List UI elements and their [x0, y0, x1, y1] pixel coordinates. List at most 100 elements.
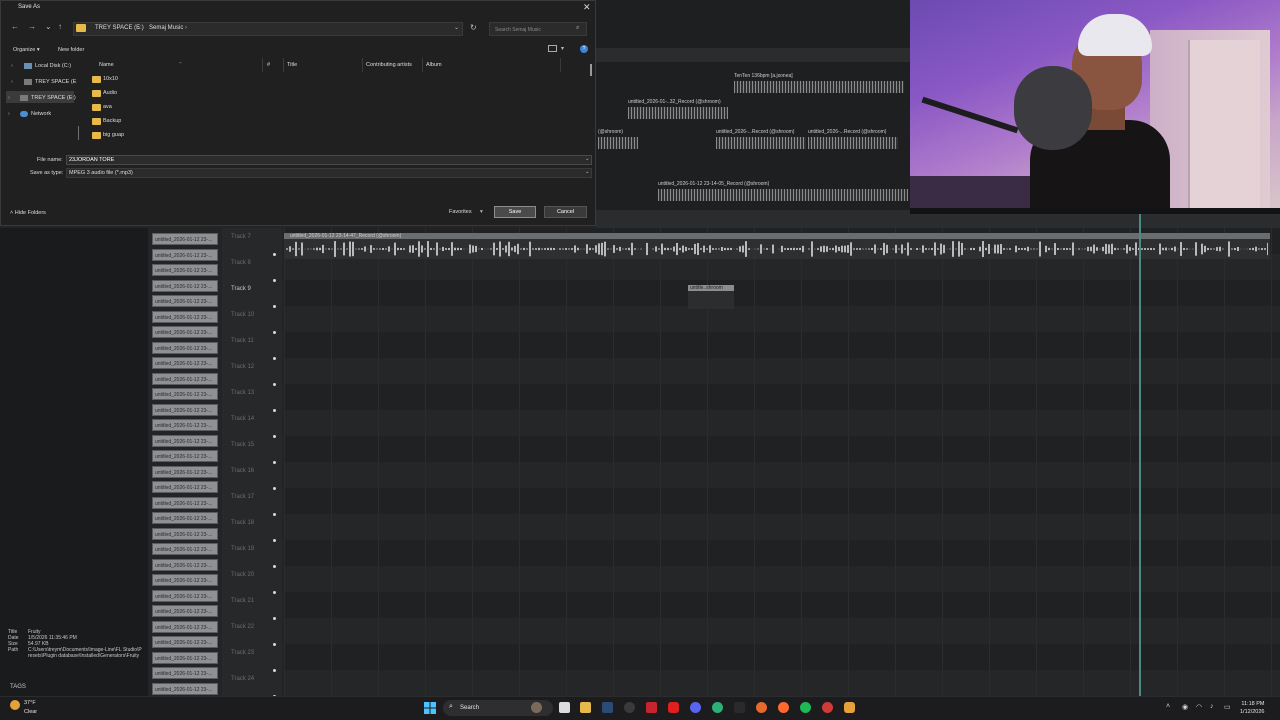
- chevron-down-icon[interactable]: ⌄: [585, 156, 590, 162]
- edge-icon[interactable]: [712, 702, 723, 713]
- list-item[interactable]: 10x10: [92, 74, 262, 87]
- chevron-up-icon[interactable]: ˄: [1166, 703, 1170, 710]
- chevron-down-icon[interactable]: ▾: [561, 45, 564, 52]
- pattern-clip[interactable]: untitled_2026-01-12 23-...: [152, 574, 218, 586]
- column-header-album[interactable]: Album: [426, 62, 442, 68]
- pattern-clip[interactable]: untitled_2026-01-12 23-...: [152, 589, 218, 602]
- tray-app-icon[interactable]: ◉: [1182, 703, 1188, 711]
- track-label[interactable]: Track 9: [231, 286, 251, 292]
- pattern-clip[interactable]: untitled_2026-01-12 23-...: [152, 248, 218, 261]
- track-led[interactable]: [273, 383, 276, 386]
- back-icon[interactable]: ←: [11, 22, 19, 31]
- track-led[interactable]: [273, 331, 276, 334]
- capcut-icon[interactable]: [734, 702, 745, 713]
- track-label[interactable]: Track 7: [231, 234, 251, 240]
- pattern-clip[interactable]: untitled_2026-01-12 23-...: [152, 310, 218, 323]
- column-separator[interactable]: [262, 58, 263, 72]
- audio-clip[interactable]: [598, 137, 638, 149]
- pattern-clip[interactable]: untitled_2026-01-12 23-...: [152, 233, 218, 245]
- nav-item-trey-space-2[interactable]: TREY SPACE (E:): [31, 95, 76, 101]
- chevron-right-icon[interactable]: ›: [11, 63, 13, 69]
- weather-condition[interactable]: Clear: [24, 709, 37, 715]
- audio-clip[interactable]: [628, 107, 728, 119]
- favorites-button[interactable]: Favorites: [449, 209, 472, 215]
- steam-icon[interactable]: [602, 702, 613, 713]
- pattern-clip[interactable]: untitled_2026-01-12 23-...: [152, 558, 218, 571]
- list-item[interactable]: big guap: [92, 130, 262, 143]
- pattern-clip[interactable]: untitled_2026-01-12 23-...: [152, 512, 218, 524]
- weather-temp[interactable]: 37°F: [24, 700, 36, 706]
- pattern-clip[interactable]: untitled_2026-01-12 23-...: [152, 388, 218, 400]
- track-label[interactable]: Track 10: [231, 312, 254, 318]
- pattern-clip[interactable]: untitled_2026-01-12 23-...: [152, 605, 218, 617]
- track-led[interactable]: [273, 435, 276, 438]
- forward-icon[interactable]: →: [28, 22, 36, 31]
- track-label[interactable]: Track 18: [231, 520, 254, 526]
- list-item[interactable]: Backup: [92, 116, 262, 129]
- track-led[interactable]: [273, 539, 276, 542]
- column-header-name[interactable]: Name: [99, 62, 114, 68]
- track-led[interactable]: [273, 461, 276, 464]
- audio-clip[interactable]: [734, 81, 904, 93]
- pattern-clip[interactable]: untitled_2026-01-12 23-...: [152, 357, 218, 369]
- track-led[interactable]: [273, 357, 276, 360]
- firefox-icon[interactable]: [778, 702, 789, 713]
- spotify-icon[interactable]: [800, 702, 811, 713]
- pattern-clip[interactable]: untitled_2026-01-12 23-...: [152, 450, 218, 462]
- pattern-clip[interactable]: untitled_2026-01-12 23-...: [152, 295, 218, 307]
- pattern-clip[interactable]: untitled_2026-01-12 23-...: [152, 481, 218, 493]
- track-label[interactable]: Track 8: [231, 260, 251, 266]
- pattern-clip[interactable]: untitled_2026-01-12 23-...: [152, 341, 218, 354]
- windows-start-icon[interactable]: [424, 702, 436, 714]
- playhead[interactable]: [1139, 210, 1141, 696]
- view-icon[interactable]: [548, 45, 557, 52]
- column-header-number[interactable]: #: [267, 62, 270, 68]
- track-led[interactable]: [273, 591, 276, 594]
- chevron-right-icon[interactable]: ›: [138, 25, 140, 31]
- pattern-clip[interactable]: untitled_2026-01-12 23-...: [152, 636, 218, 648]
- fl-studio-icon[interactable]: [844, 702, 855, 713]
- track-label[interactable]: Track 19: [231, 546, 254, 552]
- track-led[interactable]: [273, 253, 276, 256]
- save-type-select[interactable]: MPEG 3 audio file (*.mp3): [66, 168, 592, 178]
- track-led[interactable]: [273, 669, 276, 672]
- pattern-clip[interactable]: untitled_2026-01-12 23-...: [152, 682, 218, 695]
- search-highlight-icon[interactable]: [531, 702, 542, 713]
- new-folder-button[interactable]: New folder: [58, 47, 84, 53]
- close-icon[interactable]: ✕: [583, 2, 591, 13]
- search-icon[interactable]: ⌕: [576, 25, 579, 32]
- youtube-icon[interactable]: [668, 702, 679, 713]
- file-explorer-icon[interactable]: [580, 702, 591, 713]
- pattern-clip[interactable]: untitled_2026-01-12 23-...: [152, 403, 218, 416]
- track-label[interactable]: Track 20: [231, 572, 254, 578]
- pattern-clip[interactable]: untitled_2026-01-12 23-...: [152, 264, 218, 276]
- pattern-clip[interactable]: untitled_2026-01-12 23-...: [152, 651, 218, 664]
- track-led[interactable]: [273, 617, 276, 620]
- pattern-clip[interactable]: untitled_2026-01-12 23-...: [152, 620, 218, 633]
- playlist-grid[interactable]: [284, 228, 1280, 696]
- track-label[interactable]: Track 22: [231, 624, 254, 630]
- playlist-timeline-strip[interactable]: [596, 48, 910, 62]
- track-led[interactable]: [273, 279, 276, 282]
- hide-folders-button[interactable]: ˄ Hide Folders: [10, 210, 46, 216]
- pattern-clip[interactable]: untitled_2026-01-12 23-...: [152, 372, 218, 385]
- column-separator[interactable]: [362, 58, 363, 72]
- column-separator[interactable]: [283, 58, 284, 72]
- track-label[interactable]: Track 23: [231, 650, 254, 656]
- list-item[interactable]: Audio: [92, 88, 262, 101]
- audio-clip[interactable]: [808, 137, 898, 149]
- track-label[interactable]: Track 12: [231, 364, 254, 370]
- audio-clip[interactable]: [658, 189, 908, 201]
- dialog-titlebar[interactable]: [0, 0, 594, 16]
- save-button[interactable]: Save: [494, 206, 536, 218]
- taskbar-clock[interactable]: 11:18 PM 1/12/2026: [1240, 700, 1264, 716]
- breadcrumb-drive[interactable]: TREY SPACE (E:): [95, 25, 144, 31]
- task-view-icon[interactable]: [559, 702, 570, 713]
- track-label[interactable]: Track 14: [231, 416, 254, 422]
- red-app-icon[interactable]: [646, 702, 657, 713]
- chevron-down-icon[interactable]: ⌄: [45, 22, 52, 31]
- discord-icon[interactable]: [690, 702, 701, 713]
- chevron-right-icon[interactable]: ›: [11, 79, 13, 85]
- column-header-artists[interactable]: Contributing artists: [366, 62, 412, 68]
- pattern-clip[interactable]: untitled_2026-01-12 23-...: [152, 279, 218, 292]
